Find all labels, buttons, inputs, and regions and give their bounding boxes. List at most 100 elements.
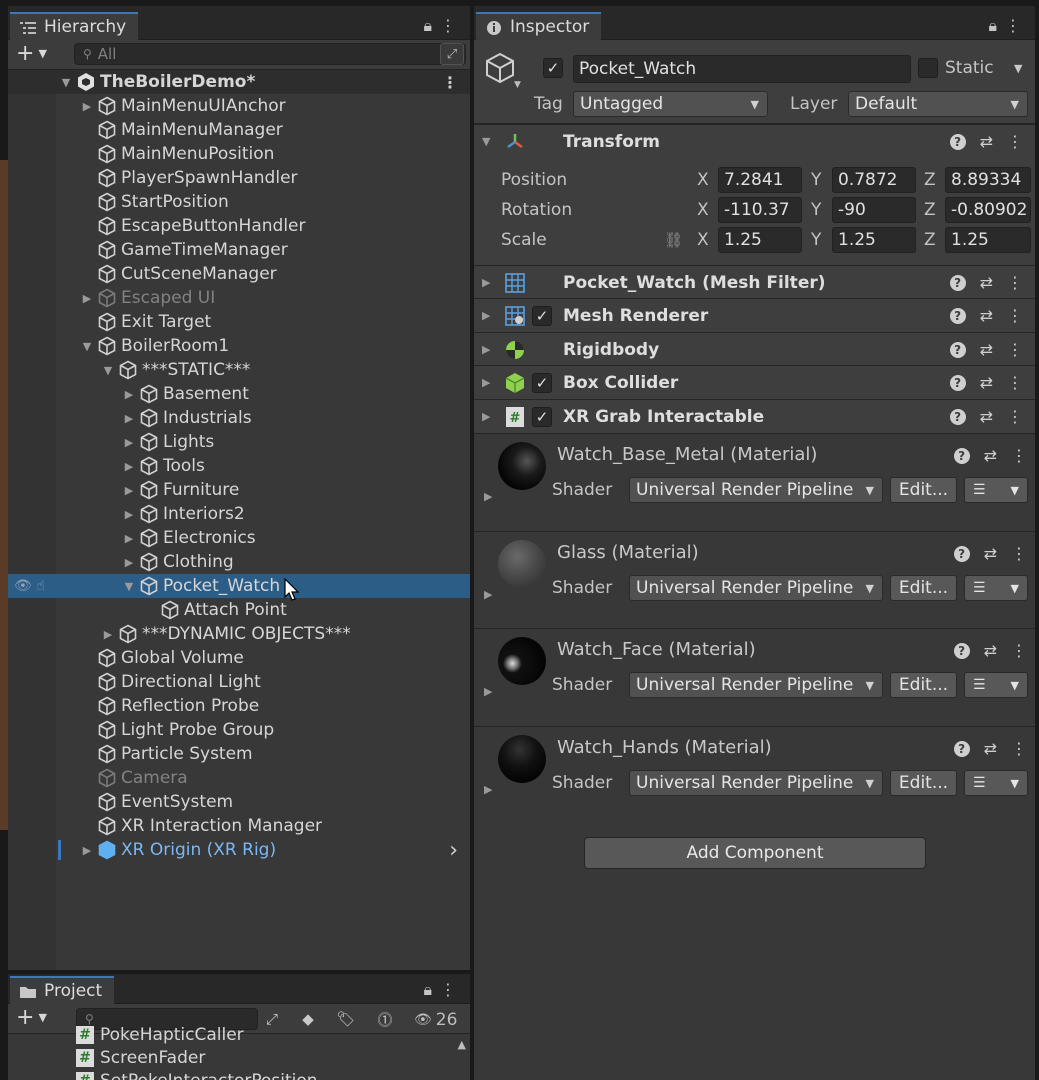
expand-arrow-icon[interactable]: ▶ — [79, 100, 95, 113]
tree-item[interactable]: ▶ ***DYNAMIC OBJECTS*** — [8, 622, 470, 646]
x-axis-label[interactable]: X — [697, 200, 709, 220]
scene-row[interactable]: ▼ TheBoilerDemo* ⋮ — [8, 70, 470, 94]
shader-dropdown[interactable]: Universal Render Pipeline ▼ — [629, 575, 883, 601]
collapse-arrow-icon[interactable]: ▼ — [121, 580, 137, 593]
y-value-field[interactable]: 0.7872 — [832, 167, 916, 193]
expand-arrow-icon[interactable]: ▶ — [79, 844, 95, 857]
tree-item[interactable]: MainMenuPosition — [8, 142, 470, 166]
tree-item[interactable]: ▼ BoilerRoom1 — [8, 334, 470, 358]
constrain-proportions-icon[interactable]: ⛓︎ — [664, 231, 683, 249]
y-axis-label[interactable]: Y — [811, 200, 821, 220]
tree-item[interactable]: ▶ Electronics — [8, 526, 470, 550]
component-header[interactable]: ▶ ✓ Mesh Renderer? ⇄ ⋮ — [474, 298, 1035, 332]
collapse-arrow-icon[interactable]: ▼ — [79, 340, 95, 353]
material-options-dropdown[interactable]: ☰ ▼ — [964, 575, 1028, 601]
active-checkbox[interactable]: ✓ — [543, 58, 563, 78]
x-axis-label[interactable]: X — [697, 170, 709, 190]
expand-arrow-icon[interactable]: ▶ — [482, 276, 490, 289]
z-value-field[interactable]: 8.89334 — [945, 167, 1031, 193]
tree-item[interactable]: MainMenuManager — [8, 118, 470, 142]
expand-arrow-icon[interactable]: ▶ — [121, 532, 137, 545]
shader-dropdown[interactable]: Universal Render Pipeline ▼ — [629, 672, 883, 698]
more-menu-icon[interactable]: ⋮ — [440, 980, 456, 999]
z-axis-label[interactable]: Z — [924, 200, 936, 220]
tree-item[interactable]: ▶ Clothing — [8, 550, 470, 574]
tree-item[interactable]: ▼ ***STATIC*** — [8, 358, 470, 382]
presets-icon[interactable]: ⇄ — [980, 407, 993, 426]
help-icon[interactable]: ? — [953, 740, 970, 757]
more-menu-icon[interactable]: ⋮ — [1011, 641, 1027, 660]
console-warning-icon[interactable]: ⓵ — [372, 1007, 398, 1031]
shader-dropdown[interactable]: Universal Render Pipeline ▼ — [629, 770, 883, 796]
tree-item[interactable]: Light Probe Group — [8, 718, 470, 742]
component-enabled-checkbox[interactable]: ✓ — [532, 406, 552, 427]
material-options-dropdown[interactable]: ☰ ▼ — [964, 672, 1028, 698]
expand-arrow-icon[interactable]: ▶ — [482, 309, 490, 322]
tree-item[interactable]: ▶ Industrials — [8, 406, 470, 430]
material-preview-sphere[interactable] — [498, 540, 546, 588]
help-icon[interactable]: ? — [949, 341, 966, 358]
presets-icon[interactable]: ⇄ — [980, 273, 993, 292]
component-header[interactable]: ▶ # ✓ XR Grab Interactable? ⇄ ⋮ — [474, 399, 1035, 433]
y-axis-label[interactable]: Y — [811, 170, 821, 190]
z-value-field[interactable]: 1.25 — [945, 227, 1031, 253]
tree-item[interactable]: Particle System — [8, 742, 470, 766]
expand-arrow-icon[interactable]: ▶ — [100, 628, 116, 641]
expand-arrow-icon[interactable]: ▶ — [482, 343, 490, 356]
z-axis-label[interactable]: Z — [924, 170, 936, 190]
material-preview-sphere[interactable] — [498, 637, 546, 685]
tree-item[interactable]: EventSystem — [8, 790, 470, 814]
tree-item-selected[interactable]: ▼ Pocket_Watch 👁︎ ☝︎ — [8, 574, 470, 601]
list-item[interactable]: # SetPokeInteractorPosition — [76, 1070, 318, 1080]
object-name-field[interactable]: Pocket_Watch — [573, 55, 911, 83]
tree-item[interactable]: Camera — [8, 766, 470, 790]
tree-item[interactable]: ▶ Lights — [8, 430, 470, 454]
presets-icon[interactable]: ⇄ — [980, 373, 993, 392]
component-header[interactable]: ▶ Pocket_Watch (Mesh Filter)? ⇄ ⋮ — [474, 265, 1035, 299]
expand-arrow-icon[interactable]: ▶ — [121, 508, 137, 521]
tree-item[interactable]: EscapeButtonHandler — [8, 214, 470, 238]
tree-item[interactable]: ▶ Escaped UI — [8, 286, 470, 310]
presets-icon[interactable]: ⇄ — [980, 340, 993, 359]
visibility-eye-icon[interactable]: 👁︎ ☝︎ — [14, 578, 45, 594]
edit-shader-button[interactable]: Edit... — [890, 477, 957, 503]
x-value-field[interactable]: 7.2841 — [718, 167, 802, 193]
more-menu-icon[interactable]: ⋮ — [1011, 446, 1027, 465]
more-menu-icon[interactable]: ⋮ — [1007, 340, 1023, 359]
help-icon[interactable]: ? — [953, 545, 970, 562]
open-prefab-chevron-icon[interactable]: › — [449, 838, 458, 863]
more-menu-icon[interactable]: ⋮ — [1005, 16, 1021, 35]
tab-inspector[interactable]: Inspector — [476, 12, 602, 40]
help-icon[interactable]: ? — [949, 274, 966, 291]
list-item[interactable]: # PokeHapticCaller — [76, 1024, 244, 1046]
gameobject-cube-icon[interactable] — [484, 52, 516, 84]
expand-arrow-icon[interactable]: ▶ — [79, 292, 95, 305]
tree-item[interactable]: Attach Point — [8, 598, 470, 622]
hierarchy-search-input[interactable]: ⚲ All — [74, 43, 466, 65]
tree-item[interactable]: Directional Light — [8, 670, 470, 694]
y-value-field[interactable]: -90 — [832, 197, 916, 223]
more-menu-icon[interactable]: ⋮ — [1007, 407, 1023, 426]
tree-item[interactable]: StartPosition — [8, 190, 470, 214]
expand-arrow-icon[interactable]: ▶ — [121, 556, 137, 569]
expand-arrow-icon[interactable]: ▶ — [484, 685, 492, 698]
tree-item[interactable]: ▶ Furniture — [8, 478, 470, 502]
add-component-button[interactable]: Add Component — [584, 837, 926, 869]
z-axis-label[interactable]: Z — [924, 230, 936, 250]
expand-arrow-icon[interactable]: ▶ — [484, 588, 492, 601]
tree-item[interactable]: Exit Target — [8, 310, 470, 334]
y-axis-label[interactable]: Y — [811, 230, 821, 250]
presets-icon[interactable]: ⇄ — [984, 544, 997, 563]
more-menu-icon[interactable]: ⋮ — [1007, 306, 1023, 325]
help-icon[interactable]: ? — [949, 133, 966, 150]
help-icon[interactable]: ? — [953, 447, 970, 464]
material-preview-sphere[interactable] — [498, 442, 546, 490]
help-icon[interactable]: ? — [953, 642, 970, 659]
tree-item[interactable]: ▶ XR Origin (XR Rig) › — [8, 838, 470, 863]
tree-item[interactable]: Global Volume — [8, 646, 470, 670]
search-scope-icon[interactable]: ⤢ — [259, 1007, 285, 1031]
layer-dropdown[interactable]: Default ▼ — [848, 91, 1028, 117]
static-dropdown-icon[interactable]: ▼ — [1014, 62, 1022, 75]
expand-arrow-icon[interactable]: ▶ — [121, 436, 137, 449]
create-asset-button[interactable]: + ▼ — [16, 1007, 47, 1029]
